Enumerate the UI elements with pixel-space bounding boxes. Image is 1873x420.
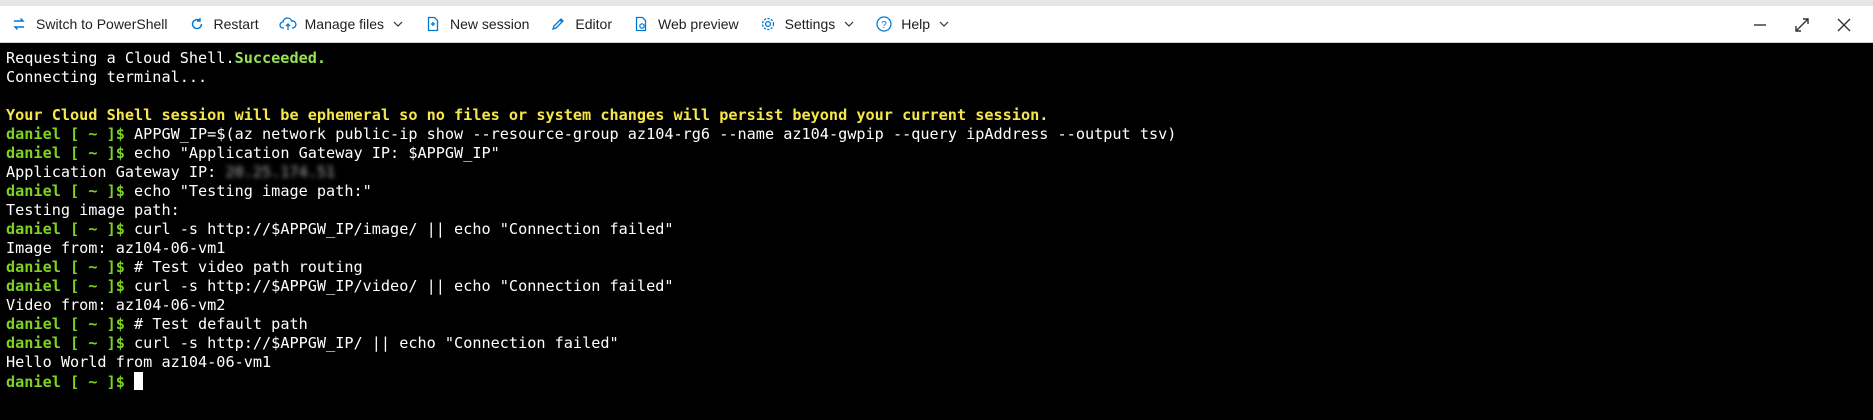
chevron-down-icon (392, 18, 404, 30)
terminal-scrollbar[interactable] (1863, 43, 1873, 420)
terminal-line: daniel [ ~ ]$ curl -s http://$APPGW_IP/ … (6, 334, 1873, 353)
terminal-line: daniel [ ~ ]$ curl -s http://$APPGW_IP/v… (6, 277, 1873, 296)
ephemeral-warning: Your Cloud Shell session will be ephemer… (6, 106, 1049, 124)
command-text: curl -s http://$APPGW_IP/video/ || echo … (134, 277, 674, 295)
svg-text:?: ? (881, 20, 887, 31)
prompt: daniel [ ~ ]$ (6, 220, 125, 238)
terminal-output[interactable]: Requesting a Cloud Shell.Succeeded. Conn… (0, 43, 1873, 420)
window-controls (1739, 6, 1865, 43)
close-button[interactable] (1823, 6, 1865, 43)
minimize-icon (1754, 23, 1766, 26)
prompt: daniel [ ~ ]$ (6, 334, 125, 352)
prompt: daniel [ ~ ]$ (6, 258, 125, 276)
maximize-button[interactable] (1781, 6, 1823, 43)
status-text: Requesting a Cloud Shell. (6, 49, 235, 67)
terminal-line: Connecting terminal... (6, 68, 208, 86)
restart-button[interactable]: Restart (188, 6, 259, 43)
command-text: # Test default path (134, 315, 308, 333)
manage-files-button[interactable]: Manage files (279, 6, 404, 43)
settings-label: Settings (784, 16, 836, 32)
terminal-line: daniel [ ~ ]$ APPGW_IP=$(az network publ… (6, 125, 1873, 144)
prompt: daniel [ ~ ]$ (6, 144, 125, 162)
prompt: daniel [ ~ ]$ (6, 277, 125, 295)
gear-icon (759, 15, 777, 33)
terminal-line: Testing image path: (6, 201, 180, 219)
editor-button[interactable]: Editor (549, 6, 612, 43)
terminal-line: Image from: az104-06-vm1 (6, 239, 226, 257)
text-cursor (134, 372, 144, 390)
terminal-line: daniel [ ~ ]$ # Test default path (6, 315, 1873, 334)
manage-files-label: Manage files (304, 16, 385, 32)
settings-button[interactable]: Settings (759, 6, 856, 43)
pencil-icon (549, 15, 567, 33)
minimize-button[interactable] (1739, 6, 1781, 43)
editor-label: Editor (575, 16, 612, 32)
new-session-button[interactable]: New session (424, 6, 529, 43)
web-preview-icon (632, 15, 650, 33)
web-preview-label: Web preview (657, 16, 739, 32)
prompt: daniel [ ~ ]$ (6, 182, 125, 200)
restart-icon (188, 15, 206, 33)
terminal-line: Application Gateway IP: 20.25.174.51 (6, 163, 1873, 182)
help-button[interactable]: ? Help (875, 6, 950, 43)
prompt: daniel [ ~ ]$ (6, 315, 125, 333)
expand-icon (1795, 17, 1809, 32)
terminal-line: Hello World from az104-06-vm1 (6, 353, 272, 371)
terminal-line: Requesting a Cloud Shell.Succeeded. (6, 49, 1873, 68)
help-circle-icon: ? (875, 15, 893, 33)
command-text: APPGW_IP=$(az network public-ip show --r… (134, 125, 1177, 143)
web-preview-button[interactable]: Web preview (632, 6, 739, 43)
restart-label: Restart (213, 16, 259, 32)
terminal-line: daniel [ ~ ]$ # Test video path routing (6, 258, 1873, 277)
help-label: Help (901, 16, 931, 32)
command-text: curl -s http://$APPGW_IP/image/ || echo … (134, 220, 674, 238)
command-text: echo "Application Gateway IP: $APPGW_IP" (134, 144, 500, 162)
terminal-line: Video from: az104-06-vm2 (6, 296, 226, 314)
command-text: echo "Testing image path:" (134, 182, 372, 200)
new-document-icon (424, 15, 442, 33)
terminal-line: daniel [ ~ ]$ echo "Application Gateway … (6, 144, 1873, 163)
switch-shell-label: Switch to PowerShell (36, 16, 168, 32)
prompt: daniel [ ~ ]$ (6, 373, 125, 391)
command-text: # Test video path routing (134, 258, 363, 276)
chevron-down-icon (843, 18, 855, 30)
terminal-line: daniel [ ~ ]$ echo "Testing image path:" (6, 182, 1873, 201)
cloud-shell-toolbar: Switch to PowerShell Restart Manage file… (0, 6, 1873, 43)
output-text: Application Gateway IP: (6, 163, 226, 181)
prompt: daniel [ ~ ]$ (6, 125, 125, 143)
switch-shell-button[interactable]: Switch to PowerShell (10, 6, 168, 43)
terminal-line: daniel [ ~ ]$ curl -s http://$APPGW_IP/i… (6, 220, 1873, 239)
cloud-upload-icon (279, 15, 297, 33)
new-session-label: New session (450, 16, 530, 32)
close-icon (1837, 18, 1851, 31)
terminal-input-line[interactable]: daniel [ ~ ]$ (6, 372, 1873, 391)
command-text: curl -s http://$APPGW_IP/ || echo "Conne… (134, 334, 619, 352)
redacted-ip: 20.25.174.51 (225, 163, 336, 181)
switch-arrows-icon (10, 15, 28, 33)
chevron-down-icon (938, 18, 950, 30)
success-text: Succeeded. (234, 49, 327, 67)
